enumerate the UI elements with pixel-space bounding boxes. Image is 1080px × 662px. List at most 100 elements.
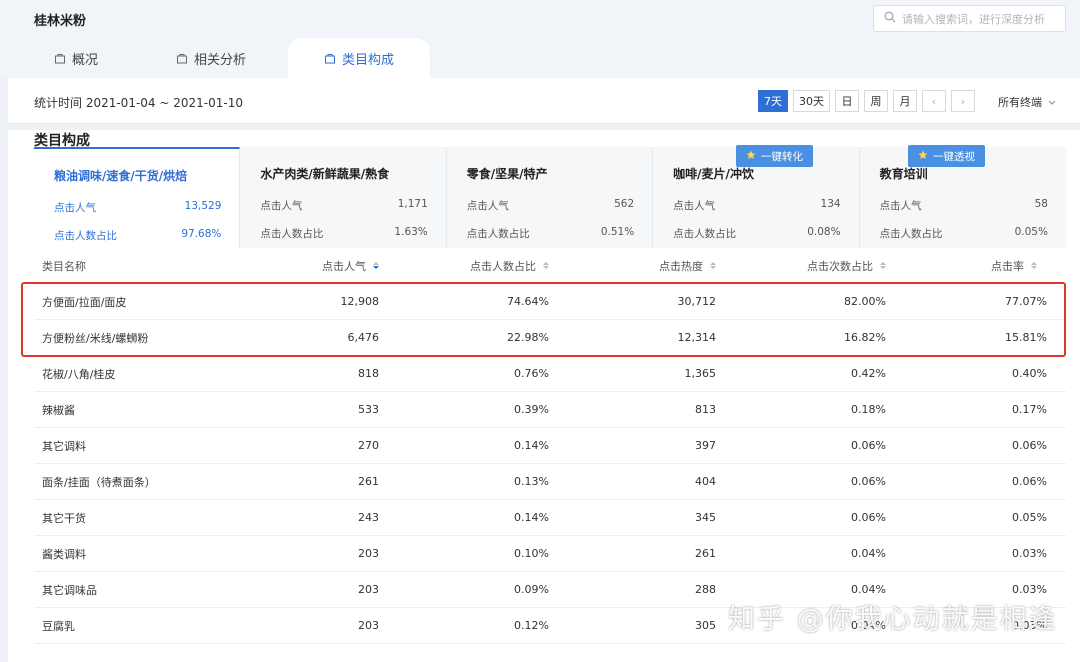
tab-label: 概况: [72, 52, 99, 68]
table-row[interactable]: 其它干货 243 0.14% 345 0.06% 0.05%: [34, 500, 1066, 536]
cell-click-heat: 261: [695, 547, 716, 560]
cell-click-popularity: 6,476: [347, 331, 380, 344]
range-7d-button[interactable]: 7天: [758, 90, 788, 112]
metric-value: 0.08%: [807, 226, 841, 238]
cell-click-count-share: 0.04%: [851, 547, 886, 560]
cell-click-user-share: 0.76%: [514, 367, 549, 380]
header-label: 点击人气: [322, 259, 366, 273]
prev-period-button[interactable]: ‹: [922, 90, 946, 112]
button-label: 一键转化: [761, 150, 803, 163]
metric-value: 0.51%: [600, 226, 635, 238]
column-header-click-rate[interactable]: 点击率: [886, 258, 1059, 274]
cell-click-heat: 813: [695, 403, 716, 416]
category-card[interactable]: 粮油调味/速食/干货/烘焙 点击人气 13,529 点击人数占比 97.68%: [34, 147, 241, 248]
left-rail: [0, 78, 8, 662]
table-header: 类目名称 点击人气 点击人数占比 点击热度 点击次数占比 点击率: [34, 248, 1066, 284]
category-card-name: 零食/坚果/特产: [466, 167, 548, 181]
tab-label: 相关分析: [194, 52, 247, 68]
metric-value: 58: [1034, 198, 1048, 210]
cell-click-rate: 0.06%: [1012, 475, 1047, 488]
header-label: 点击率: [991, 259, 1024, 273]
header-label: 点击次数占比: [807, 259, 873, 273]
cell-category: 方便粉丝/米线/螺蛳粉: [42, 331, 149, 345]
divider: [0, 124, 1080, 130]
range-30d-button[interactable]: 30天: [793, 90, 830, 112]
range-week-button[interactable]: 周: [864, 90, 888, 112]
cell-click-user-share: 0.09%: [514, 583, 549, 596]
metric-label: 点击人气: [54, 202, 96, 214]
category-card-name: 咖啡/麦片/冲饮: [673, 167, 754, 181]
cell-click-rate: 0.06%: [1012, 439, 1047, 452]
cell-click-rate: 77.07%: [1005, 295, 1047, 308]
tab-category-composition[interactable]: 类目构成: [288, 38, 431, 78]
cell-click-rate: 15.81%: [1005, 331, 1047, 344]
category-card-name: 水产肉类/新鲜蔬果/熟食: [260, 167, 390, 181]
metric-label: 点击人数占比: [879, 228, 943, 240]
column-header-category: 类目名称: [34, 258, 214, 274]
category-card[interactable]: 零食/坚果/特产 点击人气 562 点击人数占比 0.51%: [447, 147, 654, 248]
cell-click-heat: 30,712: [677, 295, 717, 308]
header-label: 类目名称: [42, 259, 86, 273]
metric-label: 点击人气: [673, 200, 716, 212]
metric-value: 13,529: [184, 200, 222, 212]
metric-value: 0.05%: [1014, 226, 1048, 238]
cell-category: 其它干货: [42, 511, 86, 525]
one-click-perspective-button[interactable]: 一键透视: [908, 145, 985, 167]
column-header-click-count-share[interactable]: 点击次数占比: [716, 258, 886, 274]
category-card-name: 粮油调味/速食/干货/烘焙: [54, 169, 188, 183]
cell-click-user-share: 74.64%: [507, 295, 549, 308]
metric-value: 1.63%: [394, 226, 428, 238]
chevron-down-icon: [1048, 96, 1056, 109]
cell-click-count-share: 0.18%: [851, 403, 886, 416]
cell-click-count-share: 0.06%: [851, 475, 886, 488]
cell-click-count-share: 0.06%: [851, 511, 886, 524]
column-header-click-user-share[interactable]: 点击人数占比: [379, 258, 549, 274]
table-row[interactable]: 其它调料 270 0.14% 397 0.06% 0.06%: [34, 428, 1066, 464]
tab-related-analysis[interactable]: 相关分析: [176, 38, 246, 78]
metric-value: 562: [614, 198, 635, 210]
column-header-click-popularity[interactable]: 点击人气: [214, 258, 379, 274]
app-title: 桂林米粉: [34, 14, 87, 29]
column-header-click-heat[interactable]: 点击热度: [549, 258, 716, 274]
cell-click-heat: 12,314: [677, 331, 717, 344]
cell-category: 其它调味品: [42, 583, 97, 597]
table-row[interactable]: 辣椒酱 533 0.39% 813 0.18% 0.17%: [34, 392, 1066, 428]
cell-click-count-share: 0.06%: [851, 439, 886, 452]
cell-click-heat: 288: [695, 583, 716, 596]
table-row[interactable]: 方便粉丝/米线/螺蛳粉 6,476 22.98% 12,314 16.82% 1…: [34, 320, 1066, 356]
sort-icon: [1031, 262, 1037, 269]
cell-click-rate: 0.40%: [1012, 367, 1047, 380]
button-label: 一键透视: [933, 150, 975, 163]
cell-click-user-share: 0.12%: [514, 619, 549, 632]
search-placeholder: 请输入搜索词，进行深度分析: [902, 12, 1045, 26]
metric-label: 点击人数占比: [54, 230, 117, 242]
cell-category: 其它调料: [42, 439, 86, 453]
star-icon: [746, 150, 756, 163]
terminal-select[interactable]: 所有终端: [998, 94, 1056, 110]
cell-click-rate: 0.03%: [1012, 583, 1047, 596]
table-row[interactable]: 酱类调料 203 0.10% 261 0.04% 0.03%: [34, 536, 1066, 572]
category-card[interactable]: 水产肉类/新鲜蔬果/熟食 点击人气 1,171 点击人数占比 1.63%: [240, 147, 447, 248]
cell-click-count-share: 16.82%: [844, 331, 886, 344]
cell-click-heat: 1,365: [684, 367, 717, 380]
search-input[interactable]: 请输入搜索词，进行深度分析: [873, 5, 1066, 32]
tab-overview[interactable]: 概况: [54, 38, 98, 78]
metric-value: 97.68%: [181, 228, 222, 240]
filter-bar: 统计时间 2021-01-04 ~ 2021-01-10 7天 30天 日 周 …: [8, 78, 1080, 124]
table-row[interactable]: 花椒/八角/桂皮 818 0.76% 1,365 0.42% 0.40%: [34, 356, 1066, 392]
cell-category: 面条/挂面（待煮面条）: [42, 475, 156, 489]
range-day-button[interactable]: 日: [835, 90, 859, 112]
category-table: 类目名称 点击人气 点击人数占比 点击热度 点击次数占比 点击率 方便面/拉面/…: [34, 248, 1066, 644]
metric-label: 点击人数占比: [260, 228, 324, 240]
cell-click-popularity: 243: [358, 511, 379, 524]
table-row[interactable]: 面条/挂面（待煮面条） 261 0.13% 404 0.06% 0.06%: [34, 464, 1066, 500]
cell-click-popularity: 203: [358, 619, 379, 632]
one-click-convert-button[interactable]: 一键转化: [736, 145, 813, 167]
top-bar: 桂林米粉 请输入搜索词，进行深度分析 概况 相关分析 类目构成: [0, 0, 1080, 78]
bag-icon: [176, 52, 188, 64]
range-month-button[interactable]: 月: [893, 90, 917, 112]
cell-click-user-share: 0.14%: [514, 511, 549, 524]
cell-click-rate: 0.05%: [1012, 511, 1047, 524]
next-period-button[interactable]: ›: [951, 90, 975, 112]
table-row[interactable]: 方便面/拉面/面皮 12,908 74.64% 30,712 82.00% 77…: [34, 284, 1066, 320]
